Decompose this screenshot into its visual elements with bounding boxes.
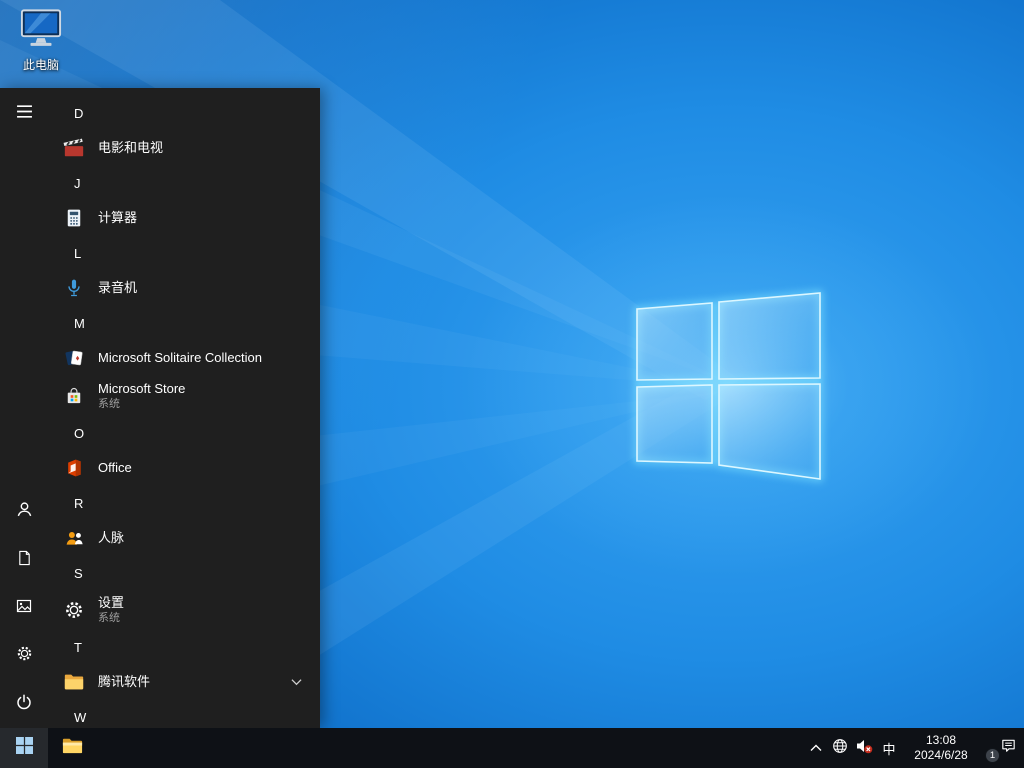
this-pc-icon	[18, 8, 64, 55]
rail-pictures-button[interactable]	[0, 584, 48, 632]
solitaire-icon	[62, 346, 86, 370]
app-item-label: 录音机	[98, 279, 138, 295]
tray-show-hidden-icons-button[interactable]	[804, 728, 828, 768]
section-letter-s[interactable]: S	[48, 556, 320, 590]
movies-tv-icon	[62, 136, 86, 160]
action-center-icon	[1000, 737, 1017, 759]
app-item-solitaire[interactable]: Microsoft Solitaire Collection	[48, 340, 320, 376]
app-item-calculator[interactable]: 计算器	[48, 200, 320, 236]
file-explorer-icon	[61, 734, 84, 762]
app-item-labels: 电影和电视	[98, 139, 164, 156]
windows-logo-icon	[15, 737, 33, 759]
desktop-icon-this-pc[interactable]: 此电脑	[10, 8, 72, 73]
app-item-sublabel: 系统	[98, 611, 120, 624]
desktop-icon-label: 此电脑	[22, 58, 59, 72]
clock-time: 13:08	[925, 733, 957, 747]
app-item-labels: 计算器	[98, 209, 138, 226]
hamburger-icon	[16, 103, 33, 125]
calculator-icon	[62, 206, 86, 230]
rail-menu-button[interactable]	[0, 90, 48, 138]
start-menu: D 电影和电视 J 计算器 L 录音机 M Microsoft Solitaire Colle…	[0, 88, 320, 728]
office-icon	[62, 456, 86, 480]
rail-user-button[interactable]	[0, 488, 48, 536]
app-item-voice-recorder[interactable]: 录音机	[48, 270, 320, 306]
tray-volume-button[interactable]	[852, 728, 876, 768]
app-item-label: 腾讯软件	[98, 673, 151, 689]
rail-power-button[interactable]	[0, 680, 48, 728]
desktop: 此电脑 D 电影和电视 J 计算器 L 录音机 M Microsoft Solitaire C…	[0, 0, 1024, 768]
folder-icon	[62, 670, 86, 694]
rail-documents-button[interactable]	[0, 536, 48, 584]
app-item-label: 电影和电视	[98, 139, 164, 155]
app-item-labels: Microsoft Store 系统	[98, 380, 186, 411]
app-item-labels: 设置 系统	[98, 594, 125, 625]
voice-recorder-icon	[62, 276, 86, 300]
tray-clock-button[interactable]: 13:08 2024/6/28	[902, 728, 980, 768]
app-item-folder[interactable]: 腾讯软件	[48, 664, 320, 700]
document-icon	[17, 550, 32, 571]
rail-settings-button[interactable]	[0, 632, 48, 680]
power-icon	[16, 693, 32, 715]
section-letter-m[interactable]: M	[48, 306, 320, 340]
network-globe-icon	[832, 738, 848, 759]
app-item-store[interactable]: Microsoft Store 系统	[48, 376, 320, 416]
system-tray: 中 13:08 2024/6/28 1	[804, 728, 1024, 768]
app-item-sublabel: 系统	[98, 397, 120, 410]
app-item-labels: 腾讯软件	[98, 673, 151, 690]
taskbar: 中 13:08 2024/6/28 1	[0, 728, 1024, 768]
section-letter-j[interactable]: J	[48, 166, 320, 200]
settings-icon	[62, 598, 86, 622]
ime-label: 中	[882, 741, 896, 757]
app-item-settings[interactable]: 设置 系统	[48, 590, 320, 630]
volume-muted-icon	[855, 738, 873, 759]
section-letter-w[interactable]: W	[48, 700, 320, 728]
section-letter-l[interactable]: L	[48, 236, 320, 270]
section-letter-r[interactable]: R	[48, 486, 320, 520]
app-item-office[interactable]: Office	[48, 450, 320, 486]
app-item-movies-tv[interactable]: 电影和电视	[48, 130, 320, 166]
user-icon	[16, 501, 33, 523]
start-rail	[0, 88, 48, 728]
tray-network-button[interactable]	[828, 728, 852, 768]
people-icon	[62, 526, 86, 550]
app-item-labels: 录音机	[98, 279, 138, 296]
app-item-label: Office	[98, 459, 132, 475]
start-app-list: D 电影和电视 J 计算器 L 录音机 M Microsoft Solitaire Colle…	[48, 88, 320, 728]
app-item-people[interactable]: 人脉	[48, 520, 320, 556]
app-item-label: 计算器	[98, 209, 138, 225]
app-item-labels: Microsoft Solitaire Collection	[98, 349, 263, 366]
app-item-label: Microsoft Solitaire Collection	[98, 349, 263, 365]
start-button[interactable]	[0, 728, 48, 768]
store-icon	[62, 384, 86, 408]
tray-ime-button[interactable]: 中	[876, 728, 902, 768]
chevron-down-icon[interactable]	[291, 678, 302, 686]
section-letter-d[interactable]: D	[48, 96, 320, 130]
taskbar-file-explorer-button[interactable]	[48, 728, 96, 768]
pictures-icon	[16, 598, 32, 619]
section-letter-t[interactable]: T	[48, 630, 320, 664]
section-letter-o[interactable]: O	[48, 416, 320, 450]
clock-date: 2024/6/28	[914, 748, 968, 762]
tray-action-center-button[interactable]: 1	[980, 728, 1024, 768]
app-item-label: Microsoft Store	[98, 380, 186, 396]
app-item-label: 设置	[98, 594, 125, 610]
gear-icon	[16, 645, 33, 667]
notification-badge: 1	[985, 748, 1000, 763]
app-item-labels: 人脉	[98, 529, 125, 546]
app-item-label: 人脉	[98, 529, 125, 545]
app-item-labels: Office	[98, 459, 132, 476]
chevron-up-icon	[810, 739, 822, 757]
